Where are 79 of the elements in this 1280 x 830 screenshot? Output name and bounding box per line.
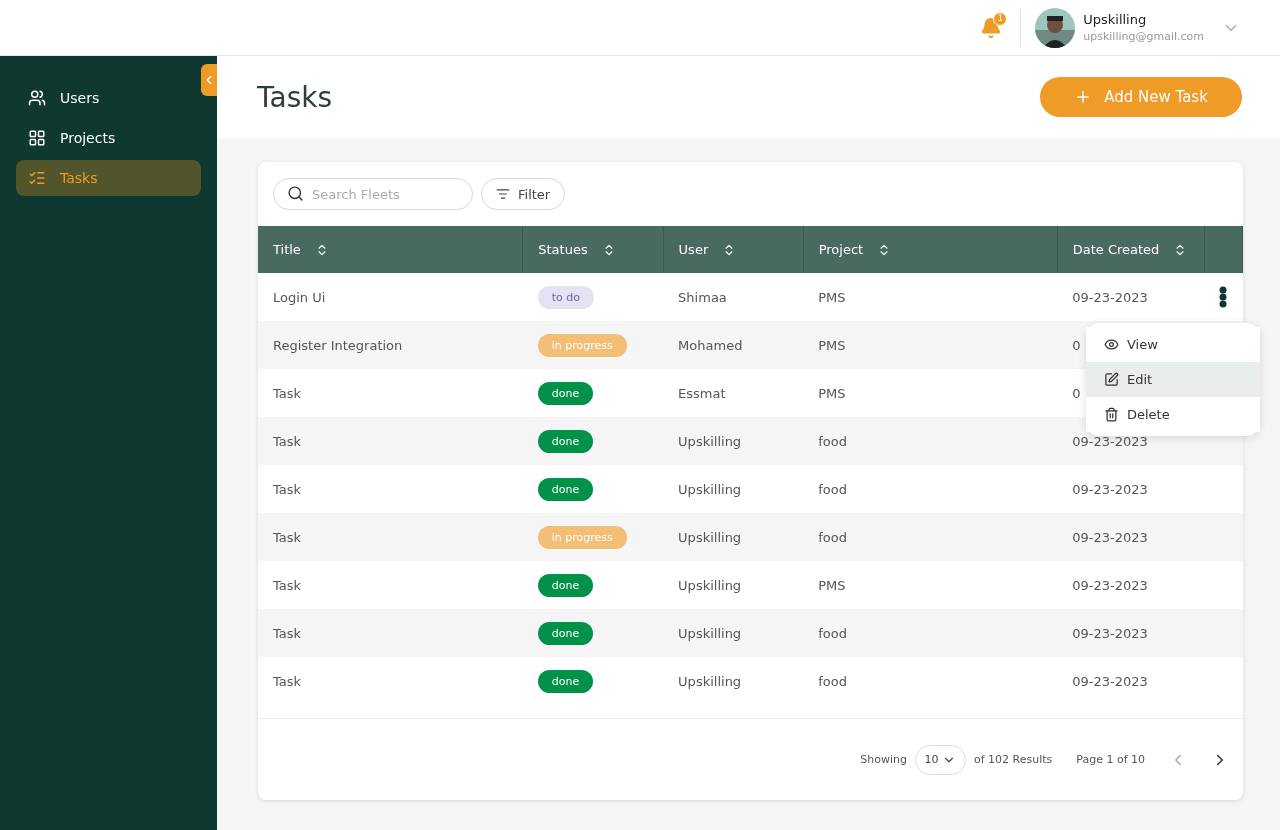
status-badge: done <box>537 381 594 405</box>
table-cell: 09-23-2023 <box>1072 481 1148 497</box>
trash-icon <box>1104 407 1119 422</box>
collapse-button[interactable] <box>201 64 217 96</box>
table-cell: Upskilling <box>663 657 804 705</box>
search-icon <box>287 185 304 202</box>
column-header[interactable]: User <box>663 226 804 273</box>
table-cell: 09-23-2023 <box>1072 673 1148 689</box>
table-cell: Shimaa <box>663 273 804 321</box>
table-cell: Upskilling <box>663 417 804 465</box>
search-field[interactable]: Search Fleets <box>273 178 473 210</box>
status-badge: in progress <box>537 525 627 549</box>
table-cell: food <box>803 513 1058 561</box>
table-cell: 09-23-2023 <box>1072 433 1148 449</box>
table-cell: Register Integration <box>258 321 523 369</box>
table-cell: PMS <box>803 273 1058 321</box>
page-title: Tasks <box>257 80 333 114</box>
table-cell: Task <box>258 369 523 417</box>
column-header[interactable]: Date Created <box>1057 226 1205 273</box>
table-cell: 09-23-2023 <box>1072 289 1148 305</box>
menu-item[interactable]: Delete <box>1086 397 1260 432</box>
table-cell: Upskilling <box>663 465 804 513</box>
table-cell: 09-23-2023 <box>1072 577 1148 593</box>
table-cell: PMS <box>803 369 1058 417</box>
menu-item[interactable]: View <box>1086 327 1260 362</box>
column-header[interactable]: Project <box>803 226 1058 273</box>
filter-button[interactable]: Filter <box>481 178 566 210</box>
page-indicator: Page 1 of 10 <box>1076 753 1145 766</box>
showing-label: Showing <box>860 753 907 766</box>
column-header[interactable]: Statues <box>522 226 664 273</box>
filter-icon <box>496 187 510 201</box>
status-badge: done <box>537 669 594 693</box>
table-cell: Mohamed <box>663 321 804 369</box>
status-badge: done <box>537 621 594 645</box>
sidebar-item[interactable]: Users <box>16 80 201 116</box>
notification-count: 1 <box>993 11 1008 26</box>
status-badge: done <box>537 429 594 453</box>
status-badge: in progress <box>537 333 627 357</box>
users-icon <box>28 89 46 107</box>
table-cell: PMS <box>803 561 1058 609</box>
checklist-icon <box>28 169 46 187</box>
table-cell: Upskilling <box>663 609 804 657</box>
user-email: upskilling@gmail.com <box>1083 30 1204 43</box>
more-icon <box>1219 286 1228 308</box>
table-cell: Task <box>258 465 523 513</box>
table-cell: Task <box>258 417 523 465</box>
table-cell: food <box>803 417 1058 465</box>
table-cell: Login Ui <box>258 273 523 321</box>
table-cell: PMS <box>803 321 1058 369</box>
more-button[interactable] <box>1219 286 1228 308</box>
column-header <box>1204 226 1243 273</box>
table-cell: food <box>803 609 1058 657</box>
table-cell: Upskilling <box>663 561 804 609</box>
table-cell: Task <box>258 609 523 657</box>
column-header[interactable]: Title <box>258 226 523 273</box>
table-cell: Essmat <box>663 369 804 417</box>
table-cell: 09-23-2023 <box>1072 529 1148 545</box>
table-cell: food <box>803 657 1058 705</box>
status-badge: to do <box>537 285 594 309</box>
table-cell: 0 <box>1072 337 1081 353</box>
table-cell: Task <box>258 657 523 705</box>
table-cell: Task <box>258 513 523 561</box>
edit-icon <box>1104 372 1119 387</box>
table-cell: 0 <box>1072 385 1081 401</box>
menu-item[interactable]: Edit <box>1086 362 1260 397</box>
table-cell: food <box>803 465 1058 513</box>
table-cell: Task <box>258 561 523 609</box>
page-size-select[interactable]: 10 <box>914 744 966 775</box>
results-count: of 102 Results <box>973 753 1053 766</box>
table-cell: Upskilling <box>663 513 804 561</box>
table-cell: 09-23-2023 <box>1072 625 1148 641</box>
sidebar-item[interactable]: Projects <box>16 120 201 156</box>
bell-icon <box>980 16 1003 39</box>
status-badge: done <box>537 573 594 597</box>
status-badge: done <box>537 477 594 501</box>
grid-icon <box>28 129 46 147</box>
eye-icon <box>1104 337 1119 352</box>
user-name: Upskilling <box>1083 12 1148 27</box>
sidebar-item[interactable]: Tasks <box>16 160 201 196</box>
